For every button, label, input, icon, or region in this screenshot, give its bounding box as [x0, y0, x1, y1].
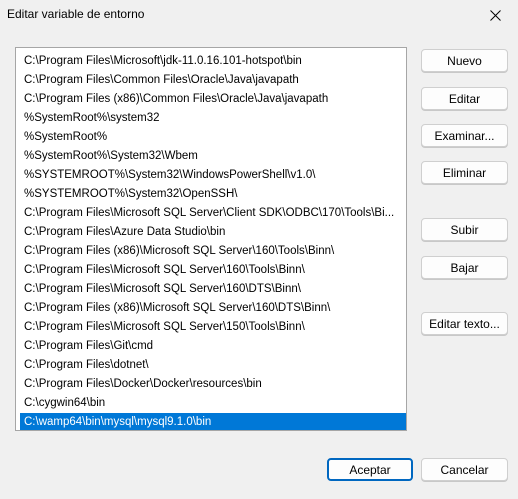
- list-item[interactable]: C:\Program Files\Common Files\Oracle\Jav…: [20, 71, 406, 90]
- list-item-text: C:\Program Files\Git\cmd: [24, 340, 154, 352]
- list-item[interactable]: C:\Program Files (x86)\Common Files\Orac…: [20, 90, 406, 109]
- list-item-text: C:\Program Files\Azure Data Studio\bin: [24, 226, 226, 238]
- new-button[interactable]: Nuevo: [421, 49, 508, 72]
- title-bar[interactable]: Editar variable de entorno: [0, 0, 518, 30]
- list-item-text: C:\Program Files\Microsoft SQL Server\15…: [24, 321, 305, 333]
- list-item-text: %SystemRoot%\System32\Wbem: [24, 150, 198, 162]
- edit-button[interactable]: Editar: [421, 87, 508, 110]
- window-title: Editar variable de entorno: [7, 7, 145, 21]
- list-item[interactable]: C:\Program Files\Microsoft SQL Server\16…: [20, 280, 406, 299]
- list-item[interactable]: C:\cygwin64\bin: [20, 394, 406, 413]
- edit-text-button[interactable]: Editar texto...: [421, 312, 508, 335]
- close-button[interactable]: [472, 0, 518, 30]
- list-item[interactable]: C:\Program Files\Microsoft SQL Server\16…: [20, 261, 406, 280]
- delete-button[interactable]: Eliminar: [421, 161, 508, 184]
- list-item-text: %SystemRoot%: [24, 131, 108, 143]
- list-item-text: %SYSTEMROOT%\System32\OpenSSH\: [24, 188, 238, 200]
- list-item[interactable]: C:\Program Files (x86)\Microsoft SQL Ser…: [20, 299, 406, 318]
- list-item-text: %SYSTEMROOT%\System32\WindowsPowerShell\…: [24, 169, 316, 181]
- close-icon: [489, 9, 501, 21]
- list-item-text: C:\Program Files\Docker\Docker\resources…: [24, 378, 262, 390]
- accept-button[interactable]: Aceptar: [327, 458, 413, 481]
- list-item-text: C:\Program Files\Microsoft SQL Server\Cl…: [24, 207, 395, 219]
- list-item-text: C:\Program Files\dotnet\: [24, 359, 149, 371]
- list-item[interactable]: C:\Program Files\Git\cmd: [20, 337, 406, 356]
- list-item-text: C:\Program Files (x86)\Microsoft SQL Ser…: [24, 245, 335, 257]
- browse-button[interactable]: Examinar...: [421, 124, 508, 147]
- move-down-button[interactable]: Bajar: [421, 256, 508, 279]
- list-item[interactable]: C:\Program Files\Microsoft SQL Server\Cl…: [20, 204, 406, 223]
- list-item-text: C:\Program Files\Microsoft\jdk-11.0.16.1…: [24, 55, 302, 67]
- cancel-button[interactable]: Cancelar: [421, 458, 508, 481]
- list-item-text: C:\Program Files\Microsoft SQL Server\16…: [24, 264, 305, 276]
- list-item-text: C:\cygwin64\bin: [24, 397, 106, 409]
- list-item[interactable]: %SystemRoot%\System32\Wbem: [20, 147, 406, 166]
- list-item[interactable]: C:\Program Files\Microsoft SQL Server\15…: [20, 318, 406, 337]
- list-item-text: C:\Program Files (x86)\Common Files\Orac…: [24, 93, 329, 105]
- list-item[interactable]: C:\Program Files\dotnet\: [20, 356, 406, 375]
- list-item[interactable]: C:\Program Files\Azure Data Studio\bin: [20, 223, 406, 242]
- edit-env-variable-dialog: Editar variable de entorno C:\Program Fi…: [0, 0, 518, 499]
- list-item-text: C:\wamp64\bin\mysql\mysql9.1.0\bin: [24, 416, 212, 428]
- list-item-text: %SystemRoot%\system32: [24, 112, 160, 124]
- list-item[interactable]: C:\Program Files (x86)\Microsoft SQL Ser…: [20, 242, 406, 261]
- list-item[interactable]: %SYSTEMROOT%\System32\WindowsPowerShell\…: [20, 166, 406, 185]
- list-item[interactable]: C:\Program Files\Microsoft\jdk-11.0.16.1…: [20, 52, 406, 71]
- path-list[interactable]: C:\Program Files\Microsoft\jdk-11.0.16.1…: [15, 47, 407, 431]
- list-item-selected[interactable]: C:\wamp64\bin\mysql\mysql9.1.0\bin: [20, 413, 406, 430]
- list-item-text: C:\Program Files (x86)\Microsoft SQL Ser…: [24, 302, 331, 314]
- list-item[interactable]: %SystemRoot%: [20, 128, 406, 147]
- list-item[interactable]: C:\Program Files\Docker\Docker\resources…: [20, 375, 406, 394]
- move-up-button[interactable]: Subir: [421, 218, 508, 241]
- list-item-text: C:\Program Files\Common Files\Oracle\Jav…: [24, 74, 299, 86]
- list-item-text: C:\Program Files\Microsoft SQL Server\16…: [24, 283, 301, 295]
- list-item[interactable]: %SystemRoot%\system32: [20, 109, 406, 128]
- list-item[interactable]: %SYSTEMROOT%\System32\OpenSSH\: [20, 185, 406, 204]
